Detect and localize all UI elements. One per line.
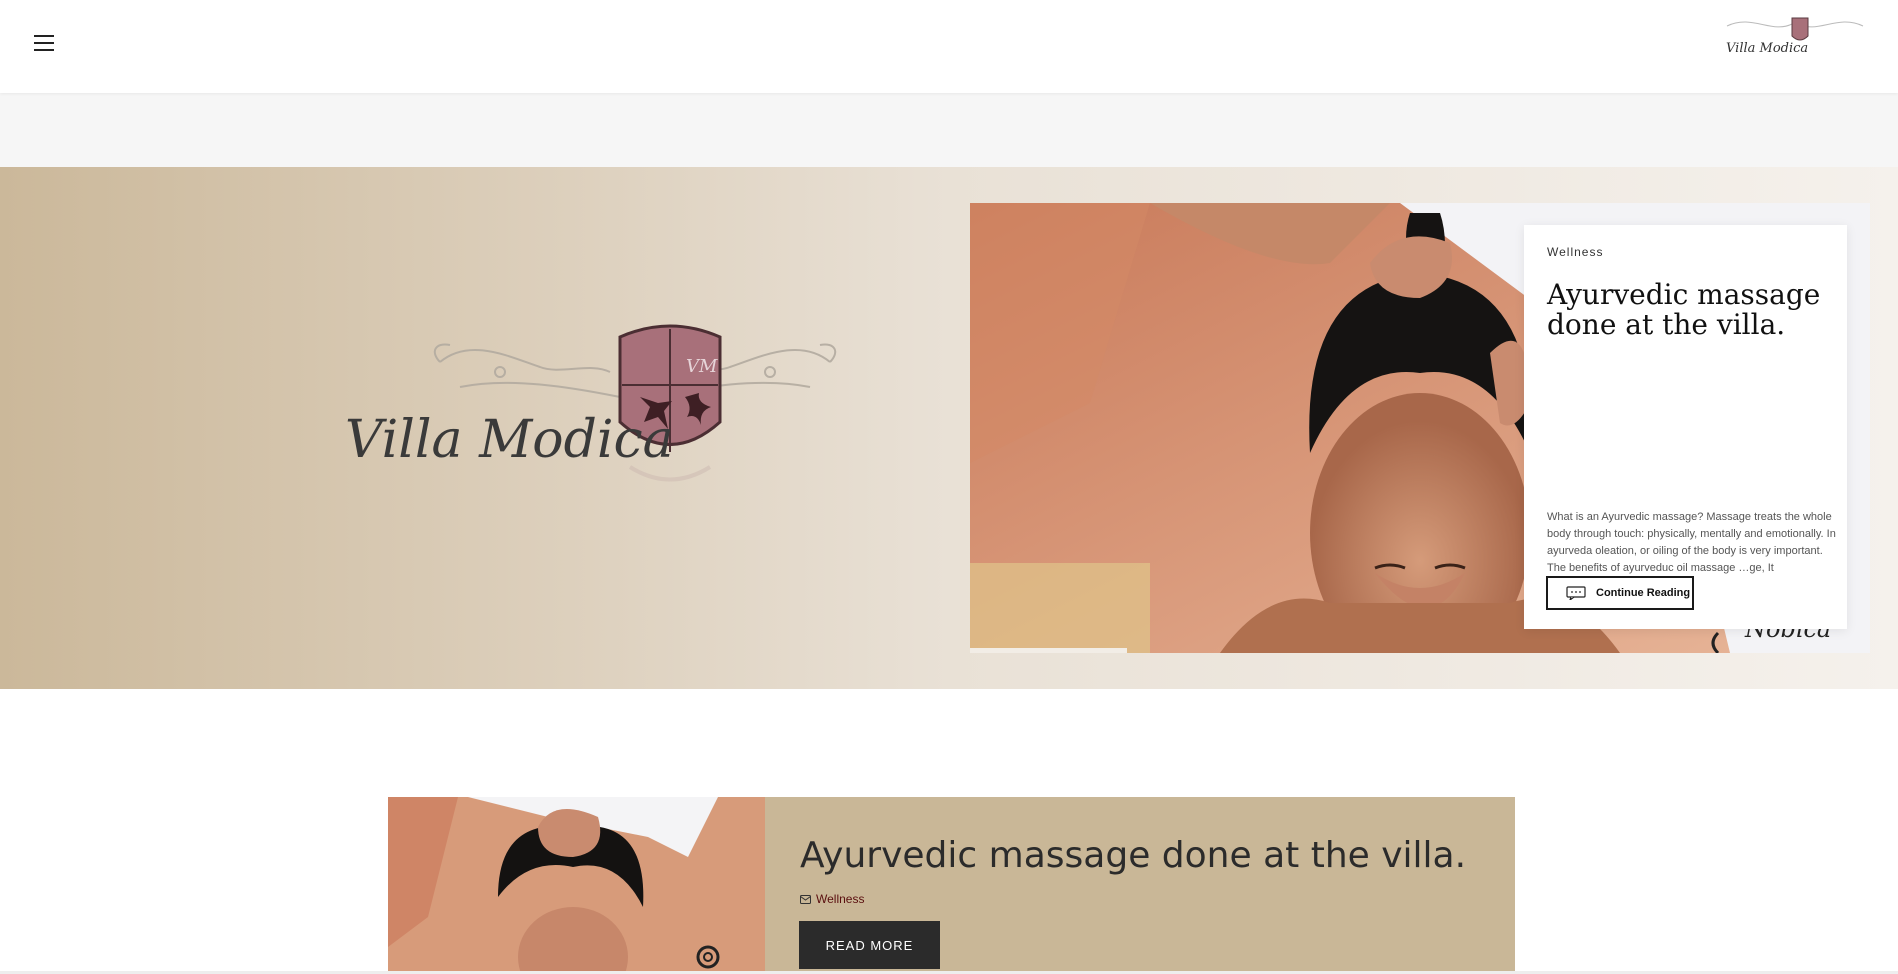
villa-modica-logo: VM Villa Modica: [345, 324, 837, 482]
continue-reading-button[interactable]: Continue Reading: [1546, 576, 1694, 610]
site-header: Villa Modica: [0, 0, 1898, 93]
post-category[interactable]: Wellness: [800, 892, 864, 906]
slider-progress-bar: [970, 648, 1127, 653]
hero-section: VM Villa Modica Nobica Wellness Ayurvedi…: [0, 167, 1898, 689]
spacer-band: [0, 93, 1898, 167]
post-thumbnail-photo: [388, 797, 765, 974]
comment-bubble-icon: [1566, 586, 1586, 600]
slide-title[interactable]: Ayurvedic massage done at the villa.: [1547, 280, 1827, 340]
svg-text:Villa Modica: Villa Modica: [345, 410, 674, 470]
svg-text:Villa Modica: Villa Modica: [1726, 41, 1808, 56]
slide-excerpt: What is an Ayurvedic massage? Massage tr…: [1547, 511, 1836, 574]
read-more-button[interactable]: READ MORE: [799, 921, 940, 969]
continue-reading-label: Continue Reading: [1596, 587, 1691, 599]
hamburger-menu-icon[interactable]: [34, 35, 54, 51]
post-title[interactable]: Ayurvedic massage done at the villa.: [800, 835, 1466, 876]
header-logo[interactable]: Villa Modica: [1722, 12, 1868, 68]
post-category-label: Wellness: [816, 892, 865, 906]
post-thumbnail[interactable]: [388, 797, 765, 974]
envelope-icon: [800, 894, 811, 904]
slide-category[interactable]: Wellness: [1547, 245, 1603, 259]
svg-text:VM: VM: [686, 356, 718, 377]
slide-caption-card: Wellness Ayurvedic massage done at the v…: [1524, 225, 1847, 629]
post-card: Ayurvedic massage done at the villa. Wel…: [388, 797, 1515, 974]
